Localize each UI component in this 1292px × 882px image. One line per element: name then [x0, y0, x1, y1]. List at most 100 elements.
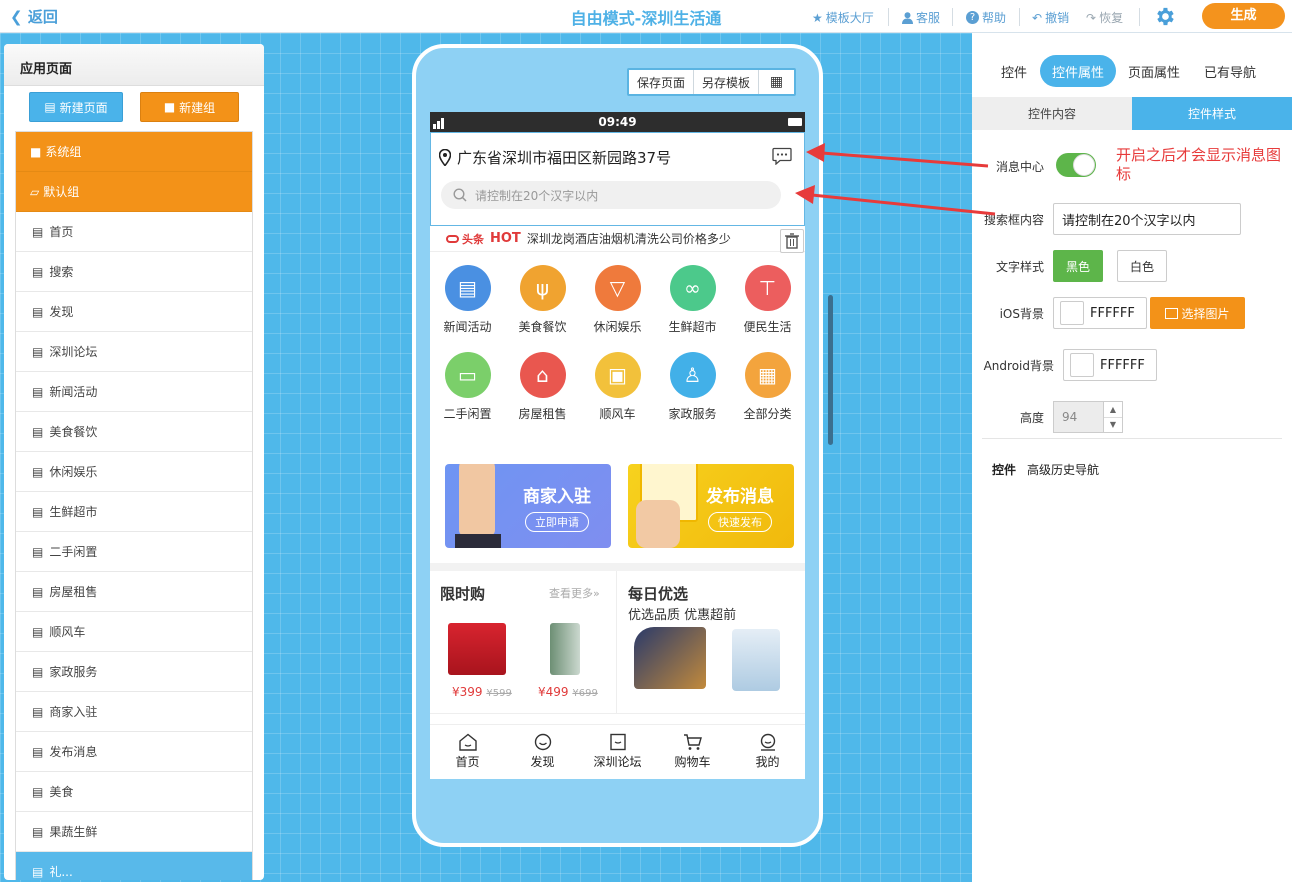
white-text-button[interactable]: 白色 [1117, 250, 1167, 282]
page-item[interactable]: ▤ 顺风车 [16, 612, 252, 652]
tab-page-properties[interactable]: 页面属性 [1122, 55, 1186, 87]
black-text-button[interactable]: 黑色 [1053, 250, 1103, 282]
redo-button[interactable]: ↷ 恢复 [1086, 9, 1123, 26]
qrcode-button[interactable]: ▦ [759, 70, 794, 94]
new-group-button[interactable]: ■ 新建组 [140, 92, 239, 122]
quick-publish-button[interactable]: 快速发布 [708, 512, 772, 532]
tab-controls[interactable]: 控件 [990, 55, 1038, 87]
generate-button[interactable]: 生成 [1202, 3, 1285, 29]
back-button[interactable]: ❮ 返回 [10, 6, 58, 27]
status-bar: 09:49 [430, 112, 805, 132]
page-item[interactable]: ▤ 美食餐饮 [16, 412, 252, 452]
page-item[interactable]: ▤ 休闲娱乐 [16, 452, 252, 492]
category-label: 休闲娱乐 [593, 320, 642, 334]
category-food[interactable]: ψ 美食餐饮 [505, 265, 580, 335]
page-item[interactable]: ▤ 新闻活动 [16, 372, 252, 412]
group-system[interactable]: ■ 系统组 [16, 132, 252, 172]
status-time: 09:49 [598, 115, 637, 129]
save-page-button[interactable]: 保存页面 [629, 70, 694, 94]
page-item-selected[interactable]: ▤ 礼... [16, 852, 252, 880]
category-all[interactable]: ▦ 全部分类 [730, 352, 805, 422]
page-item[interactable]: ▤ 首页 [16, 212, 252, 252]
publish-banner[interactable]: 发布消息 快速发布 [628, 464, 794, 548]
car-icon: ▣ [594, 352, 641, 398]
file-icon: ▤ [32, 704, 44, 719]
category-housing[interactable]: ⌂ 房屋租售 [505, 352, 580, 422]
ios-background-color[interactable]: FFFFFF [1053, 297, 1147, 329]
nav-cart[interactable]: 购物车 [655, 725, 730, 779]
product-image [634, 627, 706, 689]
icon-glyph: ▣ [608, 363, 627, 387]
price: ¥399 [452, 685, 483, 699]
category-carpool[interactable]: ▣ 顺风车 [580, 352, 655, 422]
flash-sale-section[interactable]: 限时购 查看更多» ¥399 ¥599 ¥499 ¥699 [430, 571, 617, 713]
group-label: 默认组 [43, 185, 80, 199]
nav-me[interactable]: 我的 [730, 725, 805, 779]
icon-glyph: ♙ [683, 363, 702, 387]
service-button[interactable]: 客服 [902, 9, 940, 26]
nav-home[interactable]: 首页 [430, 725, 505, 779]
location-pin-icon [439, 149, 451, 166]
canvas-scrollbar[interactable] [828, 295, 833, 445]
message-icon[interactable] [772, 147, 792, 165]
apply-now-button[interactable]: 立即申请 [525, 512, 589, 532]
height-input[interactable]: 94 [1053, 401, 1105, 433]
category-leisure[interactable]: ▽ 休闲娱乐 [580, 265, 655, 335]
news-logo-text: 头条 [462, 232, 484, 246]
page-item[interactable]: ▤ 商家入驻 [16, 692, 252, 732]
stepper-up-icon[interactable]: ▲ [1104, 402, 1122, 418]
category-secondhand[interactable]: ▭ 二手闲置 [430, 352, 505, 422]
header-widget[interactable]: 广东省深圳市福田区新园路37号 请控制在20个汉字以内 [430, 132, 805, 226]
color-swatch [1070, 353, 1094, 377]
page-item[interactable]: ▤ 二手闲置 [16, 532, 252, 572]
page-item[interactable]: ▤ 深圳论坛 [16, 332, 252, 372]
new-group-label: 新建组 [179, 100, 216, 115]
divider [1139, 8, 1140, 26]
gear-icon[interactable] [1153, 5, 1176, 28]
page-item[interactable]: ▤ 美食 [16, 772, 252, 812]
daily-picks-section[interactable]: 每日优选 优选品质 优惠超前 [618, 571, 805, 713]
page-item[interactable]: ▤ 发现 [16, 292, 252, 332]
search-bar[interactable]: 请控制在20个汉字以内 [441, 181, 781, 209]
page-item[interactable]: ▤ 生鲜超市 [16, 492, 252, 532]
android-background-color[interactable]: FFFFFF [1063, 349, 1157, 381]
template-hall-button[interactable]: ★ 模板大厅 [812, 9, 874, 26]
category-news[interactable]: ▤ 新闻活动 [430, 265, 505, 335]
news-ticker[interactable]: 头条 HOT 深圳龙岗酒店油烟机清洗公司价格多少 [430, 226, 805, 252]
category-housekeeping[interactable]: ♙ 家政服务 [655, 352, 730, 422]
category-convenience[interactable]: ⊤ 便民生活 [730, 265, 805, 335]
file-icon: ▤ [32, 784, 44, 799]
category-fresh[interactable]: ∞ 生鲜超市 [655, 265, 730, 335]
signpost-icon: ⊤ [744, 265, 791, 311]
product-image [448, 623, 506, 675]
nav-forum[interactable]: 深圳论坛 [580, 725, 655, 779]
save-template-button[interactable]: 另存模板 [694, 70, 759, 94]
page-item[interactable]: ▤ 搜索 [16, 252, 252, 292]
group-default[interactable]: ▱ 默认组 [16, 172, 252, 212]
subtab-style[interactable]: 控件样式 [1132, 97, 1292, 130]
original-price: ¥699 [572, 688, 598, 699]
delete-widget-button[interactable] [780, 229, 804, 253]
message-center-toggle[interactable] [1056, 153, 1096, 177]
choose-image-button[interactable]: 选择图片 [1150, 297, 1245, 329]
page-item[interactable]: ▤ 房屋租售 [16, 572, 252, 612]
search-content-input[interactable]: 请控制在20个汉字以内 [1053, 203, 1241, 235]
tab-existing-nav[interactable]: 已有导航 [1198, 55, 1262, 87]
tab-control-properties[interactable]: 控件属性 [1040, 55, 1116, 87]
help-icon: ? [966, 11, 979, 24]
merchant-banner[interactable]: 商家入驻 立即申请 [445, 464, 611, 548]
see-more-link[interactable]: 查看更多» [549, 585, 600, 601]
category-label: 便民生活 [743, 320, 792, 334]
stepper-down-icon[interactable]: ▼ [1104, 418, 1122, 433]
undo-button[interactable]: ↶ 撤销 [1032, 9, 1069, 26]
search-content-label: 搜索框内容 [983, 213, 1044, 227]
page-item[interactable]: ▤ 家政服务 [16, 652, 252, 692]
height-stepper[interactable]: ▲ ▼ [1103, 401, 1123, 433]
page-item[interactable]: ▤ 果蔬生鲜 [16, 812, 252, 852]
help-button[interactable]: ? 帮助 [966, 9, 1006, 26]
nav-discover[interactable]: 发现 [505, 725, 580, 779]
new-page-button[interactable]: ▤ 新建页面 [29, 92, 123, 122]
page-item[interactable]: ▤ 发布消息 [16, 732, 252, 772]
page-label: 搜索 [49, 265, 74, 279]
subtab-content[interactable]: 控件内容 [972, 97, 1132, 130]
